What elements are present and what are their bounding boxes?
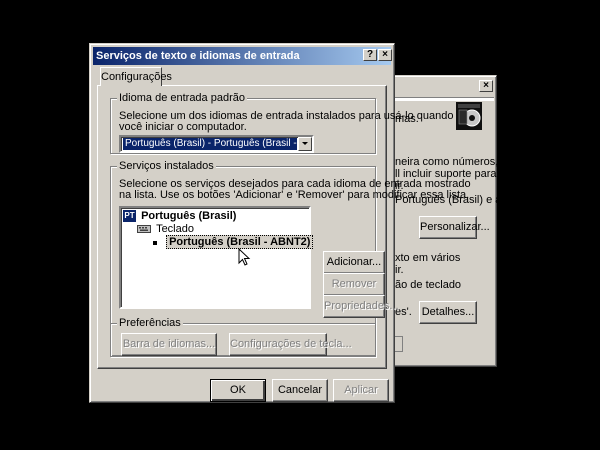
installed-services-desc-2: na lista. Use os botões 'Adicionar' e 'R… — [119, 189, 470, 201]
help-button[interactable]: ? — [363, 49, 377, 61]
text-services-dialog: Serviços de texto e idiomas de entrada ?… — [89, 43, 471, 403]
tree-item-layout-label: Português (Brasil - ABNT2) — [166, 235, 314, 249]
language-badge-icon: PT — [123, 210, 136, 222]
preferences-group: Preferências Barra de idiomas... Configu… — [110, 316, 376, 357]
tree-item-language[interactable]: PT Português (Brasil) — [123, 210, 236, 223]
mouse-cursor-icon — [238, 248, 251, 266]
key-settings-button[interactable]: Configurações de tecla... — [229, 333, 352, 356]
remove-button-label: Remover — [331, 278, 377, 290]
apply-button-label: Aplicar — [344, 384, 378, 396]
bg-text-7: ir. — [395, 264, 404, 276]
tree-item-language-label: Português (Brasil) — [141, 210, 237, 222]
default-language-label: Idioma de entrada padrão — [117, 91, 247, 105]
properties-button-label: Propriedades... — [324, 300, 399, 312]
key-settings-button-label: Configurações de tecla... — [230, 338, 352, 350]
default-language-value: Português (Brasil) - Português (Brasil -… — [123, 138, 297, 150]
ok-button[interactable]: OK — [210, 379, 266, 402]
language-bar-button[interactable]: Barra de idiomas... — [121, 333, 217, 356]
tab-settings[interactable]: Configurações — [100, 67, 172, 86]
cancel-button[interactable]: Cancelar — [272, 379, 328, 402]
default-language-group: Idioma de entrada padrão Selecione um do… — [110, 91, 454, 154]
ok-button-label: OK — [230, 384, 246, 396]
dialog-title: Serviços de texto e idiomas de entrada — [96, 50, 300, 62]
title-bar[interactable]: Serviços de texto e idiomas de entrada — [93, 47, 391, 65]
default-language-select[interactable]: Português (Brasil) - Português (Brasil -… — [119, 135, 314, 153]
chevron-down-icon — [302, 142, 308, 145]
bg-text-8: ão de teclado — [395, 279, 462, 291]
add-button[interactable]: Adicionar... — [323, 251, 385, 274]
add-button-label: Adicionar... — [326, 256, 382, 268]
bg-text-6: xto em vários — [395, 252, 461, 264]
default-language-desc-2: você iniciar o computador. — [119, 121, 247, 133]
language-bar-button-label: Barra de idiomas... — [122, 338, 216, 350]
properties-button[interactable]: Propriedades... — [323, 295, 399, 318]
tree-item-layout[interactable]: Português (Brasil - ABNT2) — [153, 235, 314, 249]
tab-panel: Idioma de entrada padrão Selecione um do… — [97, 85, 471, 369]
personalize-button[interactable]: Personalizar... — [419, 216, 490, 239]
tab-settings-label: Configurações — [101, 71, 172, 83]
bullet-icon — [153, 241, 157, 245]
installed-services-label: Serviços instalados — [117, 159, 216, 173]
details-button[interactable]: Detalhes... — [419, 301, 477, 324]
apply-button[interactable]: Aplicar — [333, 379, 389, 402]
close-button[interactable]: × — [378, 49, 392, 61]
keyboard-icon — [137, 224, 151, 234]
cancel-button-label: Cancelar — [277, 384, 323, 396]
preferences-label: Preferências — [117, 316, 183, 330]
keyboard-globe-icon — [453, 98, 487, 132]
tree-item-keyboard-label: Teclado — [156, 223, 194, 235]
bg-close-button[interactable]: × — [479, 80, 493, 92]
services-tree[interactable]: PT Português (Brasil) Teclado Português … — [119, 206, 314, 309]
remove-button[interactable]: Remover — [323, 273, 385, 296]
dropdown-button[interactable] — [298, 137, 312, 151]
